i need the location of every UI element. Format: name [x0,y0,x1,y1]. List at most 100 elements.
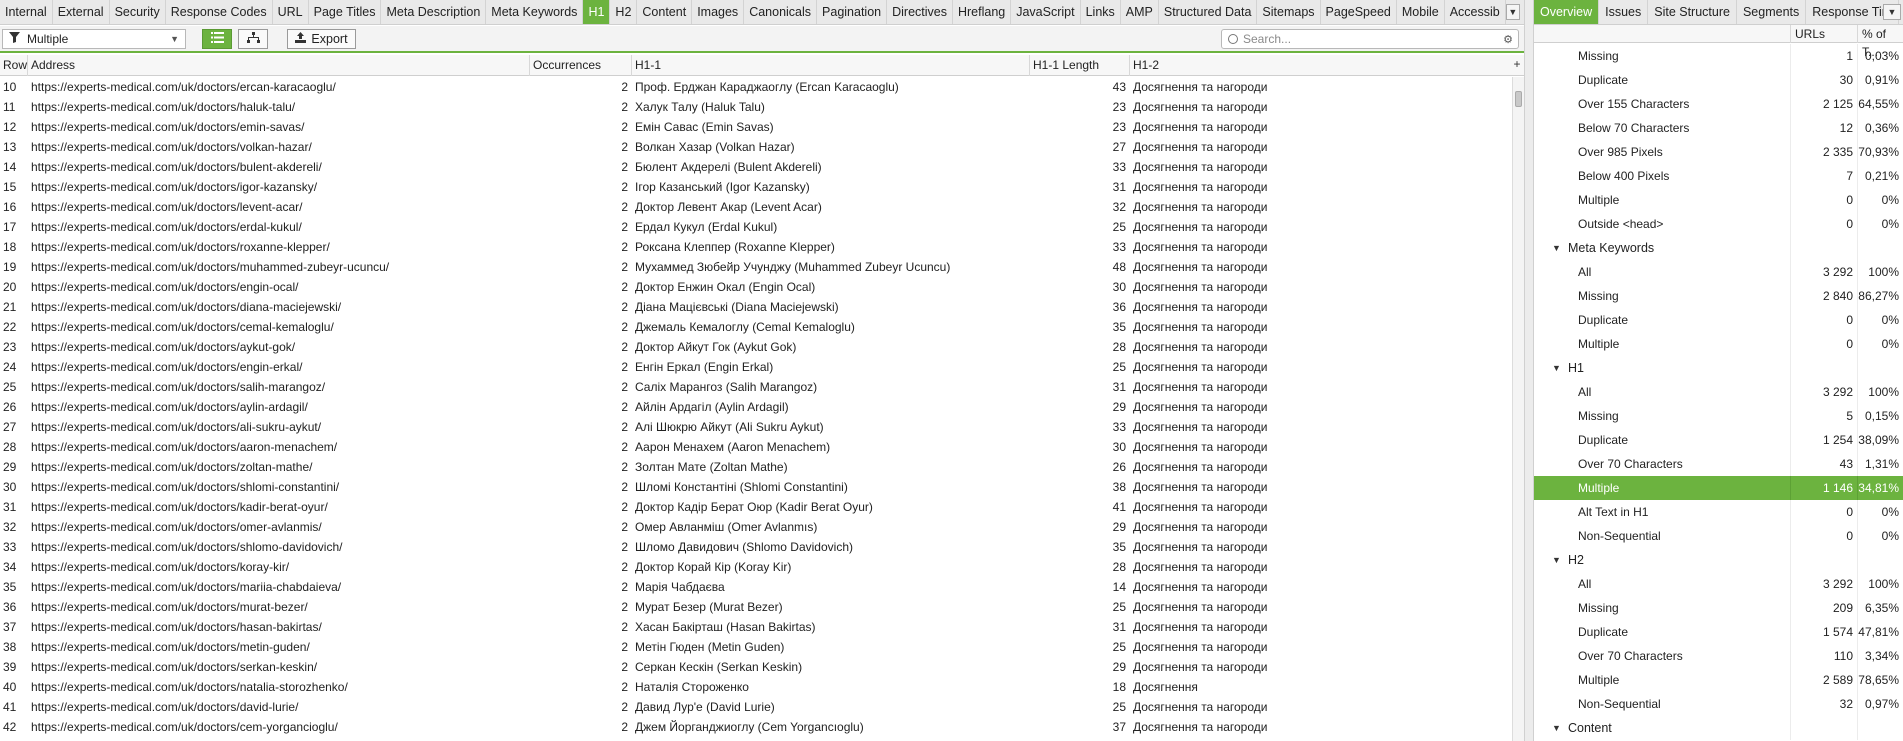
table-row[interactable]: 30 https://experts-medical.com/uk/doctors… [0,477,1512,497]
tab-links[interactable]: Links [1081,0,1121,24]
table-row[interactable]: 17 https://experts-medical.com/uk/doctors… [0,217,1512,237]
column-header-h1-2[interactable]: H1-2 [1130,55,1512,76]
column-header-h1-1[interactable]: H1-1 [632,55,1030,76]
tab-accessib[interactable]: Accessib [1445,0,1506,24]
overview-item-multiple[interactable]: Multiple 0 0% [1534,188,1903,212]
overview-item-missing[interactable]: Missing 2 840 86,27% [1534,284,1903,308]
right-tab-segments[interactable]: Segments [1737,0,1807,24]
overview-item-missing[interactable]: Missing 209 6,35% [1534,596,1903,620]
table-row[interactable]: 40 https://experts-medical.com/uk/doctors… [0,677,1512,697]
table-row[interactable]: 20 https://experts-medical.com/uk/doctors… [0,277,1512,297]
overview-item-non-sequential[interactable]: Non-Sequential 0 0% [1534,524,1903,548]
overview-item-duplicate[interactable]: Duplicate 30 0,91% [1534,68,1903,92]
table-row[interactable]: 12 https://experts-medical.com/uk/doctors… [0,117,1512,137]
table-row[interactable]: 13 https://experts-medical.com/uk/doctors… [0,137,1512,157]
table-row[interactable]: 18 https://experts-medical.com/uk/doctors… [0,237,1512,257]
table-row[interactable]: 33 https://experts-medical.com/uk/doctors… [0,537,1512,557]
overview-item-all[interactable]: All 3 292 100% [1534,572,1903,596]
list-view-button[interactable] [202,29,232,49]
table-row[interactable]: 15 https://experts-medical.com/uk/doctors… [0,177,1512,197]
tab-meta-description[interactable]: Meta Description [381,0,487,24]
pane-splitter[interactable] [1524,0,1534,741]
overview-section-meta-keywords[interactable]: ▼ Meta Keywords [1534,236,1903,260]
overview-section-h2[interactable]: ▼ H2 [1534,548,1903,572]
overview-item-multiple[interactable]: Multiple 1 146 34,81% [1534,476,1903,500]
scrollbar-thumb[interactable] [1515,91,1522,107]
overview-item-below-70-characters[interactable]: Below 70 Characters 12 0,36% [1534,116,1903,140]
table-row[interactable]: 21 https://experts-medical.com/uk/doctors… [0,297,1512,317]
tab-meta-keywords[interactable]: Meta Keywords [486,0,584,24]
table-row[interactable]: 28 https://experts-medical.com/uk/doctors… [0,437,1512,457]
column-header-urls[interactable]: URLs [1790,25,1857,43]
tab-pagination[interactable]: Pagination [817,0,888,24]
tab-sitemaps[interactable]: Sitemaps [1257,0,1321,24]
overview-item-multiple[interactable]: Multiple 2 589 78,65% [1534,668,1903,692]
tab-page-titles[interactable]: Page Titles [309,0,382,24]
column-header-row[interactable]: Row [0,55,28,76]
tab-url[interactable]: URL [273,0,309,24]
tab-h1[interactable]: H1 [583,0,611,24]
tab-hreflang[interactable]: Hreflang [953,0,1012,24]
table-row[interactable]: 22 https://experts-medical.com/uk/doctors… [0,317,1512,337]
tab-javascript[interactable]: JavaScript [1011,0,1081,24]
tab-canonicals[interactable]: Canonicals [744,0,818,24]
overview-item-all[interactable]: All 3 292 100% [1534,260,1903,284]
tabs-overflow-icon[interactable]: ▼ [1505,4,1520,20]
tab-external[interactable]: External [53,0,110,24]
table-row[interactable]: 16 https://experts-medical.com/uk/doctors… [0,197,1512,217]
overview-item-non-sequential[interactable]: Non-Sequential 32 0,97% [1534,692,1903,716]
right-tab-overview[interactable]: Overview [1534,0,1600,24]
tab-h2[interactable]: H2 [610,0,638,24]
overview-item-missing[interactable]: Missing 1 0,03% [1534,44,1903,68]
overview-item-multiple[interactable]: Multiple 0 0% [1534,332,1903,356]
overview-item-over-70-characters[interactable]: Over 70 Characters 110 3,34% [1534,644,1903,668]
overview-item-over-985-pixels[interactable]: Over 985 Pixels 2 335 70,93% [1534,140,1903,164]
tab-directives[interactable]: Directives [887,0,953,24]
column-header-h1-1-length[interactable]: H1-1 Length [1030,55,1130,76]
tab-pagespeed[interactable]: PageSpeed [1321,0,1397,24]
table-row[interactable]: 38 https://experts-medical.com/uk/doctors… [0,637,1512,657]
table-row[interactable]: 10 https://experts-medical.com/uk/doctors… [0,77,1512,97]
table-row[interactable]: 25 https://experts-medical.com/uk/doctors… [0,377,1512,397]
column-header-percent[interactable]: % of T... [1857,25,1903,59]
table-row[interactable]: 31 https://experts-medical.com/uk/doctors… [0,497,1512,517]
overview-item-duplicate[interactable]: Duplicate 1 254 38,09% [1534,428,1903,452]
tabs-overflow-icon[interactable]: ▼ [1883,4,1901,20]
table-row[interactable]: 41 https://experts-medical.com/uk/doctors… [0,697,1512,717]
expand-triangle-icon[interactable]: ▼ [1552,236,1561,260]
overview-item-alt-text-in-h1[interactable]: Alt Text in H1 0 0% [1534,500,1903,524]
overview-item-duplicate[interactable]: Duplicate 1 574 47,81% [1534,620,1903,644]
overview-item-missing[interactable]: Missing 5 0,15% [1534,404,1903,428]
overview-item-outside-head[interactable]: Outside <head> 0 0% [1534,212,1903,236]
tab-images[interactable]: Images [692,0,745,24]
table-row[interactable]: 11 https://experts-medical.com/uk/doctors… [0,97,1512,117]
tab-content[interactable]: Content [637,0,693,24]
overview-item-over-70-characters[interactable]: Over 70 Characters 43 1,31% [1534,452,1903,476]
table-row[interactable]: 24 https://experts-medical.com/uk/doctors… [0,357,1512,377]
filter-dropdown[interactable]: Multiple ▼ [2,29,186,49]
tab-structured-data[interactable]: Structured Data [1159,0,1258,24]
column-header-occurrences[interactable]: Occurrences [530,55,632,76]
right-tab-issues[interactable]: Issues [1599,0,1649,24]
table-row[interactable]: 14 https://experts-medical.com/uk/doctors… [0,157,1512,177]
overview-item-below-400-pixels[interactable]: Below 400 Pixels 7 0,21% [1534,164,1903,188]
table-row[interactable]: 26 https://experts-medical.com/uk/doctors… [0,397,1512,417]
tab-internal[interactable]: Internal [0,0,53,24]
tab-security[interactable]: Security [110,0,166,24]
table-row[interactable]: 19 https://experts-medical.com/uk/doctors… [0,257,1512,277]
table-row[interactable]: 35 https://experts-medical.com/uk/doctors… [0,577,1512,597]
table-row[interactable]: 34 https://experts-medical.com/uk/doctors… [0,557,1512,577]
table-row[interactable]: 32 https://experts-medical.com/uk/doctors… [0,517,1512,537]
search-input[interactable]: Search... ⚙ [1221,29,1519,49]
overview-section-h1[interactable]: ▼ H1 [1534,356,1903,380]
export-button[interactable]: Export [287,29,356,49]
table-row[interactable]: 29 https://experts-medical.com/uk/doctors… [0,457,1512,477]
overview-item-all[interactable]: All 3 292 100% [1534,380,1903,404]
tab-response-codes[interactable]: Response Codes [166,0,273,24]
table-row[interactable]: 42 https://experts-medical.com/uk/doctors… [0,717,1512,737]
overview-item-duplicate[interactable]: Duplicate 0 0% [1534,308,1903,332]
tab-amp[interactable]: AMP [1121,0,1159,24]
tab-mobile[interactable]: Mobile [1397,0,1445,24]
table-row[interactable]: 37 https://experts-medical.com/uk/doctors… [0,617,1512,637]
expand-triangle-icon[interactable]: ▼ [1552,716,1561,740]
